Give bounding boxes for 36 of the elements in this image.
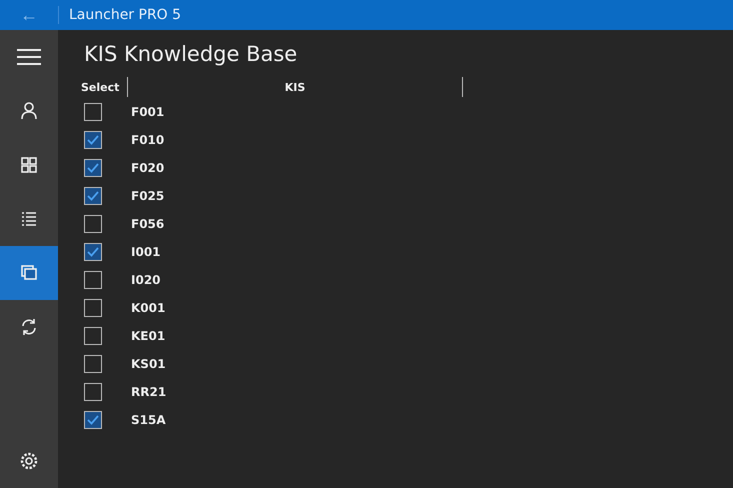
checkbox[interactable] [84, 411, 102, 429]
table-cell: F010 [131, 133, 164, 147]
checkbox[interactable] [84, 187, 102, 205]
checkbox[interactable] [84, 299, 102, 317]
window-title: Launcher PRO 5 [69, 7, 182, 23]
windows-icon [19, 263, 39, 283]
table-cell: I001 [131, 245, 161, 259]
settings-icon [19, 451, 39, 471]
checkbox[interactable] [84, 355, 102, 373]
table-cell: I020 [131, 273, 161, 287]
page-title: KIS Knowledge Base [84, 42, 298, 66]
checkbox[interactable] [84, 103, 102, 121]
table-cell: F056 [131, 217, 164, 231]
checkbox[interactable] [84, 215, 102, 233]
table-cell: F001 [131, 105, 164, 119]
table-cell: KE01 [131, 329, 166, 343]
checkbox[interactable] [84, 271, 102, 289]
table-cell: KS01 [131, 357, 166, 371]
checkbox[interactable] [84, 327, 102, 345]
table-cell: F025 [131, 189, 164, 203]
table-cell: K001 [131, 301, 166, 315]
table-cell: S15A [131, 413, 166, 427]
grid-icon [19, 155, 39, 175]
sync-icon [19, 317, 39, 337]
checkbox[interactable] [84, 131, 102, 149]
column-header[interactable]: Select [81, 80, 127, 94]
column-header[interactable]: KIS [128, 80, 462, 94]
person-icon [19, 101, 39, 121]
checkbox[interactable] [84, 159, 102, 177]
table-cell: F020 [131, 161, 164, 175]
checkbox[interactable] [84, 383, 102, 401]
table-cell: RR21 [131, 385, 166, 399]
menu-icon [17, 48, 41, 66]
checkbox[interactable] [84, 243, 102, 261]
list-icon [19, 209, 39, 229]
nav-item[interactable] [0, 246, 58, 300]
